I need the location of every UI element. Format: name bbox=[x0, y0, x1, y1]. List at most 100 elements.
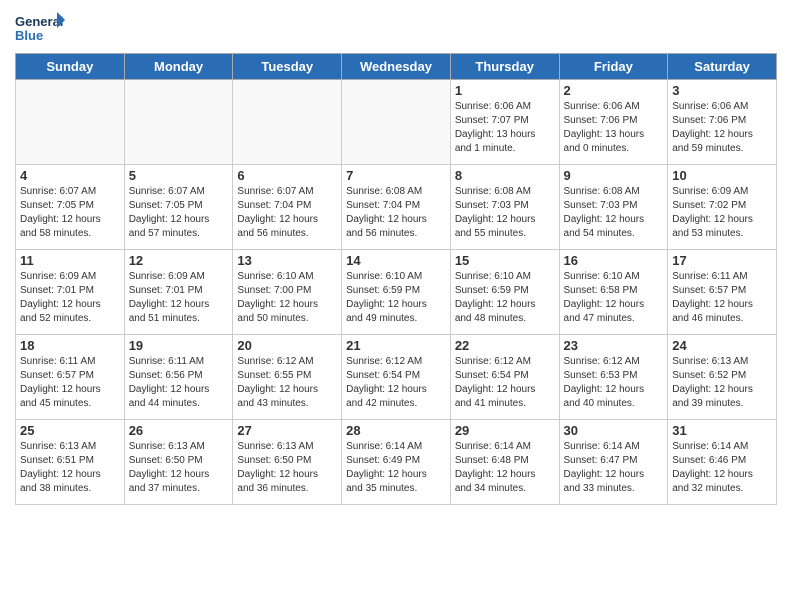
week-row: 18 Sunrise: 6:11 AM Sunset: 6:57 PM Dayli… bbox=[16, 335, 777, 420]
day-info: Sunrise: 6:08 AM Sunset: 7:03 PM Dayligh… bbox=[564, 185, 664, 241]
day-number: 11 bbox=[20, 253, 120, 268]
day-number: 31 bbox=[672, 423, 772, 438]
day-number: 27 bbox=[237, 423, 337, 438]
day-cell: 18 Sunrise: 6:11 AM Sunset: 6:57 PM Dayli… bbox=[16, 335, 125, 420]
day-info: Sunrise: 6:06 AM Sunset: 7:06 PM Dayligh… bbox=[564, 100, 664, 156]
day-cell: 3 Sunrise: 6:06 AM Sunset: 7:06 PM Daylig… bbox=[668, 80, 777, 165]
day-info: Sunrise: 6:06 AM Sunset: 7:06 PM Dayligh… bbox=[672, 100, 772, 156]
header: GeneralBlue General Blue bbox=[15, 10, 777, 45]
weekday-header: Thursday bbox=[450, 54, 559, 80]
day-cell: 7 Sunrise: 6:08 AM Sunset: 7:04 PM Daylig… bbox=[342, 165, 451, 250]
day-info: Sunrise: 6:07 AM Sunset: 7:05 PM Dayligh… bbox=[129, 185, 229, 241]
day-info: Sunrise: 6:12 AM Sunset: 6:53 PM Dayligh… bbox=[564, 355, 664, 411]
weekday-header: Saturday bbox=[668, 54, 777, 80]
day-info: Sunrise: 6:08 AM Sunset: 7:03 PM Dayligh… bbox=[455, 185, 555, 241]
day-cell: 1Sunrise: 6:06 AM Sunset: 7:07 PM Daylig… bbox=[450, 80, 559, 165]
day-cell: 13 Sunrise: 6:10 AM Sunset: 7:00 PM Dayli… bbox=[233, 250, 342, 335]
svg-text:General: General bbox=[15, 14, 63, 29]
weekday-header: Wednesday bbox=[342, 54, 451, 80]
day-cell: 6Sunrise: 6:07 AM Sunset: 7:04 PM Daylig… bbox=[233, 165, 342, 250]
day-number: 7 bbox=[346, 168, 446, 183]
day-cell bbox=[124, 80, 233, 165]
day-number: 15 bbox=[455, 253, 555, 268]
day-number: 5 bbox=[129, 168, 229, 183]
day-number: 22 bbox=[455, 338, 555, 353]
day-cell: 2 Sunrise: 6:06 AM Sunset: 7:06 PM Daylig… bbox=[559, 80, 668, 165]
day-cell: 26 Sunrise: 6:13 AM Sunset: 6:50 PM Dayli… bbox=[124, 420, 233, 505]
day-info: Sunrise: 6:07 AM Sunset: 7:05 PM Dayligh… bbox=[20, 185, 120, 241]
day-cell: 14 Sunrise: 6:10 AM Sunset: 6:59 PM Dayli… bbox=[342, 250, 451, 335]
week-row: 4 Sunrise: 6:07 AM Sunset: 7:05 PM Daylig… bbox=[16, 165, 777, 250]
weekday-header: Sunday bbox=[16, 54, 125, 80]
day-number: 19 bbox=[129, 338, 229, 353]
day-number: 20 bbox=[237, 338, 337, 353]
day-cell bbox=[233, 80, 342, 165]
day-cell: 25 Sunrise: 6:13 AM Sunset: 6:51 PM Dayli… bbox=[16, 420, 125, 505]
day-number: 9 bbox=[564, 168, 664, 183]
week-row: 25 Sunrise: 6:13 AM Sunset: 6:51 PM Dayli… bbox=[16, 420, 777, 505]
svg-text:Blue: Blue bbox=[15, 28, 43, 43]
day-info: Sunrise: 6:11 AM Sunset: 6:56 PM Dayligh… bbox=[129, 355, 229, 411]
day-info: Sunrise: 6:10 AM Sunset: 7:00 PM Dayligh… bbox=[237, 270, 337, 326]
day-cell: 22 Sunrise: 6:12 AM Sunset: 6:54 PM Dayli… bbox=[450, 335, 559, 420]
day-number: 23 bbox=[564, 338, 664, 353]
day-cell bbox=[342, 80, 451, 165]
day-number: 16 bbox=[564, 253, 664, 268]
day-cell: 30Sunrise: 6:14 AM Sunset: 6:47 PM Dayli… bbox=[559, 420, 668, 505]
day-info: Sunrise: 6:09 AM Sunset: 7:01 PM Dayligh… bbox=[20, 270, 120, 326]
day-cell: 8 Sunrise: 6:08 AM Sunset: 7:03 PM Daylig… bbox=[450, 165, 559, 250]
day-cell: 28Sunrise: 6:14 AM Sunset: 6:49 PM Dayli… bbox=[342, 420, 451, 505]
logo-svg: GeneralBlue bbox=[15, 10, 65, 45]
day-cell: 4 Sunrise: 6:07 AM Sunset: 7:05 PM Daylig… bbox=[16, 165, 125, 250]
day-number: 26 bbox=[129, 423, 229, 438]
day-cell: 10 Sunrise: 6:09 AM Sunset: 7:02 PM Dayli… bbox=[668, 165, 777, 250]
day-info: Sunrise: 6:13 AM Sunset: 6:50 PM Dayligh… bbox=[129, 440, 229, 496]
week-row: 11 Sunrise: 6:09 AM Sunset: 7:01 PM Dayli… bbox=[16, 250, 777, 335]
day-info: Sunrise: 6:13 AM Sunset: 6:51 PM Dayligh… bbox=[20, 440, 120, 496]
day-number: 13 bbox=[237, 253, 337, 268]
day-info: Sunrise: 6:09 AM Sunset: 7:01 PM Dayligh… bbox=[129, 270, 229, 326]
day-info: Sunrise: 6:10 AM Sunset: 6:59 PM Dayligh… bbox=[455, 270, 555, 326]
day-number: 14 bbox=[346, 253, 446, 268]
day-info: Sunrise: 6:14 AM Sunset: 6:47 PM Dayligh… bbox=[564, 440, 664, 496]
day-number: 2 bbox=[564, 83, 664, 98]
day-cell: 12 Sunrise: 6:09 AM Sunset: 7:01 PM Dayli… bbox=[124, 250, 233, 335]
week-row: 1Sunrise: 6:06 AM Sunset: 7:07 PM Daylig… bbox=[16, 80, 777, 165]
logo: GeneralBlue General Blue bbox=[15, 10, 65, 45]
day-cell: 21Sunrise: 6:12 AM Sunset: 6:54 PM Dayli… bbox=[342, 335, 451, 420]
day-number: 4 bbox=[20, 168, 120, 183]
day-cell: 24Sunrise: 6:13 AM Sunset: 6:52 PM Dayli… bbox=[668, 335, 777, 420]
day-number: 25 bbox=[20, 423, 120, 438]
day-info: Sunrise: 6:12 AM Sunset: 6:54 PM Dayligh… bbox=[455, 355, 555, 411]
calendar-table: SundayMondayTuesdayWednesdayThursdayFrid… bbox=[15, 53, 777, 505]
day-info: Sunrise: 6:12 AM Sunset: 6:55 PM Dayligh… bbox=[237, 355, 337, 411]
weekday-header: Monday bbox=[124, 54, 233, 80]
day-cell: 17Sunrise: 6:11 AM Sunset: 6:57 PM Dayli… bbox=[668, 250, 777, 335]
day-number: 18 bbox=[20, 338, 120, 353]
day-number: 3 bbox=[672, 83, 772, 98]
weekday-header: Friday bbox=[559, 54, 668, 80]
day-number: 12 bbox=[129, 253, 229, 268]
day-cell: 15 Sunrise: 6:10 AM Sunset: 6:59 PM Dayli… bbox=[450, 250, 559, 335]
day-cell: 11 Sunrise: 6:09 AM Sunset: 7:01 PM Dayli… bbox=[16, 250, 125, 335]
day-info: Sunrise: 6:14 AM Sunset: 6:46 PM Dayligh… bbox=[672, 440, 772, 496]
day-cell: 19 Sunrise: 6:11 AM Sunset: 6:56 PM Dayli… bbox=[124, 335, 233, 420]
day-number: 8 bbox=[455, 168, 555, 183]
day-info: Sunrise: 6:14 AM Sunset: 6:49 PM Dayligh… bbox=[346, 440, 446, 496]
day-number: 1 bbox=[455, 83, 555, 98]
weekday-header: Tuesday bbox=[233, 54, 342, 80]
day-cell: 23 Sunrise: 6:12 AM Sunset: 6:53 PM Dayli… bbox=[559, 335, 668, 420]
day-info: Sunrise: 6:08 AM Sunset: 7:04 PM Dayligh… bbox=[346, 185, 446, 241]
day-number: 17 bbox=[672, 253, 772, 268]
day-cell: 16Sunrise: 6:10 AM Sunset: 6:58 PM Dayli… bbox=[559, 250, 668, 335]
day-cell: 27Sunrise: 6:13 AM Sunset: 6:50 PM Dayli… bbox=[233, 420, 342, 505]
day-info: Sunrise: 6:13 AM Sunset: 6:52 PM Dayligh… bbox=[672, 355, 772, 411]
day-info: Sunrise: 6:10 AM Sunset: 6:59 PM Dayligh… bbox=[346, 270, 446, 326]
day-number: 6 bbox=[237, 168, 337, 183]
day-info: Sunrise: 6:09 AM Sunset: 7:02 PM Dayligh… bbox=[672, 185, 772, 241]
day-number: 29 bbox=[455, 423, 555, 438]
day-cell bbox=[16, 80, 125, 165]
day-info: Sunrise: 6:11 AM Sunset: 6:57 PM Dayligh… bbox=[20, 355, 120, 411]
day-info: Sunrise: 6:12 AM Sunset: 6:54 PM Dayligh… bbox=[346, 355, 446, 411]
day-number: 10 bbox=[672, 168, 772, 183]
